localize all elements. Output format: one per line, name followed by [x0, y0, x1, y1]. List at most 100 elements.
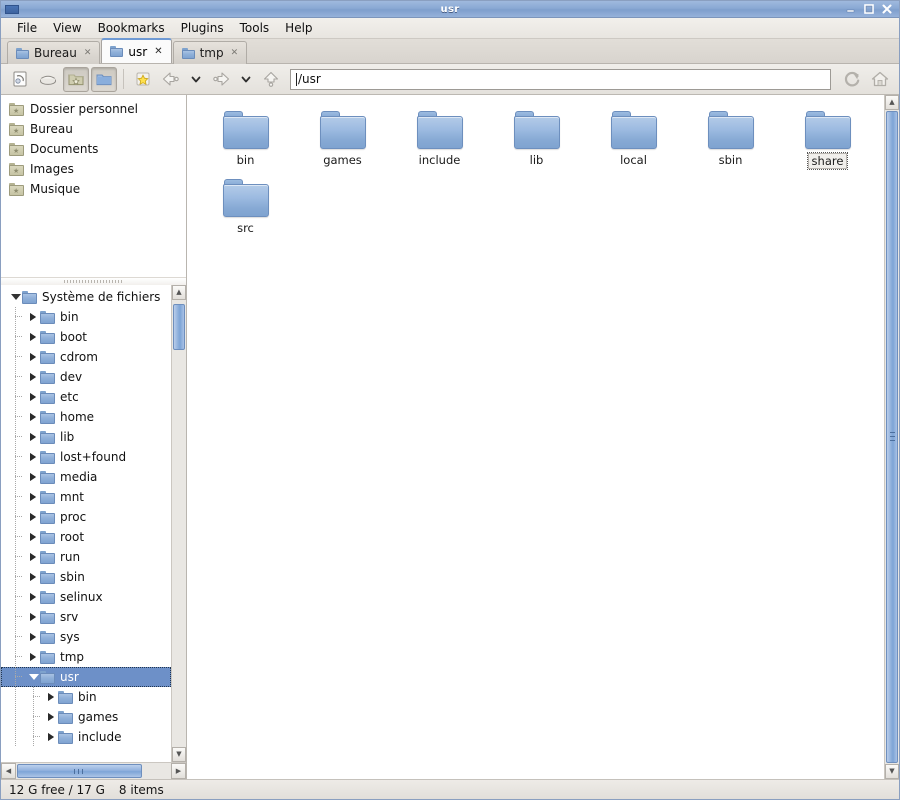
chevron-right-icon[interactable]	[27, 307, 40, 327]
tab-usr[interactable]: usr ✕	[101, 38, 172, 63]
chevron-right-icon[interactable]	[27, 347, 40, 367]
tree-item-cdrom[interactable]: cdrom	[1, 347, 171, 367]
scroll-right-icon[interactable]: ▶	[171, 763, 186, 779]
tree-scroll-thumb[interactable]	[173, 304, 185, 350]
back-history-dropdown-icon[interactable]	[186, 67, 206, 92]
file-item-sbin[interactable]: sbin	[682, 105, 779, 173]
scroll-up-icon[interactable]: ▲	[172, 285, 186, 300]
chevron-right-icon[interactable]	[27, 447, 40, 467]
chevron-right-icon[interactable]	[45, 727, 58, 747]
minimize-icon[interactable]	[844, 3, 858, 16]
scroll-down-icon[interactable]: ▼	[172, 747, 186, 762]
file-scroll-track[interactable]	[885, 110, 899, 764]
chevron-right-icon[interactable]	[45, 707, 58, 727]
tree-vertical-scrollbar[interactable]: ▲ ▼	[171, 285, 186, 762]
open-terminal-icon[interactable]	[35, 67, 61, 92]
tree-item-selinux[interactable]: selinux	[1, 587, 171, 607]
tree-item-games[interactable]: games	[1, 707, 171, 727]
menu-help[interactable]: Help	[277, 20, 320, 36]
tree-item-bin[interactable]: bin	[1, 307, 171, 327]
refresh-icon[interactable]	[839, 67, 865, 92]
tree-item-srv[interactable]: srv	[1, 607, 171, 627]
chevron-right-icon[interactable]	[27, 527, 40, 547]
file-item-local[interactable]: local	[585, 105, 682, 173]
tree-hscroll-track[interactable]	[16, 763, 171, 779]
tree-item-proc[interactable]: proc	[1, 507, 171, 527]
tab-bureau[interactable]: Bureau ✕	[7, 41, 101, 64]
chevron-right-icon[interactable]	[27, 547, 40, 567]
tree-item-syst-me-de-fichiers[interactable]: Système de fichiers	[1, 287, 171, 307]
menu-file[interactable]: File	[9, 20, 45, 36]
chevron-right-icon[interactable]	[27, 467, 40, 487]
chevron-right-icon[interactable]	[27, 387, 40, 407]
scroll-up-icon[interactable]: ▲	[885, 95, 899, 110]
maximize-icon[interactable]	[862, 3, 876, 16]
pane-splitter[interactable]	[1, 277, 186, 285]
file-item-lib[interactable]: lib	[488, 105, 585, 173]
tab-close-icon[interactable]: ✕	[154, 46, 162, 57]
tree-view-icon[interactable]	[91, 66, 117, 92]
tree-item-mnt[interactable]: mnt	[1, 487, 171, 507]
chevron-right-icon[interactable]	[27, 627, 40, 647]
places-item-bureau[interactable]: ★ Bureau	[1, 119, 186, 139]
file-item-bin[interactable]: bin	[197, 105, 294, 173]
chevron-right-icon[interactable]	[27, 507, 40, 527]
menu-plugins[interactable]: Plugins	[173, 20, 232, 36]
reload-thumbnails-icon[interactable]	[7, 67, 33, 92]
tree-item-sbin[interactable]: sbin	[1, 567, 171, 587]
chevron-right-icon[interactable]	[27, 487, 40, 507]
add-bookmark-icon[interactable]	[130, 67, 156, 92]
home-icon[interactable]	[867, 67, 893, 92]
chevron-right-icon[interactable]	[27, 567, 40, 587]
tree-item-boot[interactable]: boot	[1, 327, 171, 347]
chevron-right-icon[interactable]	[27, 367, 40, 387]
file-vertical-scrollbar[interactable]: ▲ ▼	[884, 95, 899, 779]
tree-item-lost-found[interactable]: lost+found	[1, 447, 171, 467]
menu-tools[interactable]: Tools	[232, 20, 278, 36]
tree-horizontal-scrollbar[interactable]: ◀ ▶	[1, 762, 186, 779]
tab-close-icon[interactable]: ✕	[231, 48, 239, 58]
menu-view[interactable]: View	[45, 20, 89, 36]
directory-tree[interactable]: Système de fichiers bin boot cdrom dev etc hom…	[1, 285, 171, 762]
tree-item-root[interactable]: root	[1, 527, 171, 547]
places-item-dossier-personnel[interactable]: ★ Dossier personnel	[1, 99, 186, 119]
file-item-include[interactable]: include	[391, 105, 488, 173]
places-item-images[interactable]: ★ Images	[1, 159, 186, 179]
back-icon[interactable]	[158, 67, 184, 92]
tree-item-bin[interactable]: bin	[1, 687, 171, 707]
chevron-down-icon[interactable]	[9, 287, 22, 307]
chevron-right-icon[interactable]	[27, 647, 40, 667]
tree-item-tmp[interactable]: tmp	[1, 647, 171, 667]
tree-item-sys[interactable]: sys	[1, 627, 171, 647]
tree-hscroll-thumb[interactable]	[17, 764, 142, 778]
path-input[interactable]: /usr	[290, 68, 831, 90]
tree-item-media[interactable]: media	[1, 467, 171, 487]
chevron-right-icon[interactable]	[27, 327, 40, 347]
close-icon[interactable]	[880, 3, 894, 16]
tree-item-usr[interactable]: usr	[1, 667, 171, 687]
tree-item-etc[interactable]: etc	[1, 387, 171, 407]
tree-item-home[interactable]: home	[1, 407, 171, 427]
tree-item-dev[interactable]: dev	[1, 367, 171, 387]
forward-icon[interactable]	[208, 67, 234, 92]
forward-history-dropdown-icon[interactable]	[236, 67, 256, 92]
tree-item-run[interactable]: run	[1, 547, 171, 567]
file-scroll-thumb[interactable]	[886, 111, 898, 763]
places-item-documents[interactable]: ★ Documents	[1, 139, 186, 159]
file-item-src[interactable]: src	[197, 173, 294, 241]
scroll-left-icon[interactable]: ◀	[1, 763, 16, 779]
chevron-right-icon[interactable]	[27, 587, 40, 607]
up-icon[interactable]	[258, 67, 284, 92]
chevron-right-icon[interactable]	[27, 607, 40, 627]
menu-bookmarks[interactable]: Bookmarks	[90, 20, 173, 36]
places-item-musique[interactable]: ★ Musique	[1, 179, 186, 199]
tree-scroll-track[interactable]	[172, 300, 186, 747]
bookmark-folder-icon[interactable]	[63, 66, 89, 92]
file-item-share[interactable]: share	[779, 105, 876, 173]
chevron-down-icon[interactable]	[27, 667, 40, 687]
icon-view[interactable]: bin games include lib local sbin share src	[187, 95, 884, 779]
file-item-games[interactable]: games	[294, 105, 391, 173]
scroll-down-icon[interactable]: ▼	[885, 764, 899, 779]
chevron-right-icon[interactable]	[45, 687, 58, 707]
tab-tmp[interactable]: tmp ✕	[172, 41, 248, 64]
